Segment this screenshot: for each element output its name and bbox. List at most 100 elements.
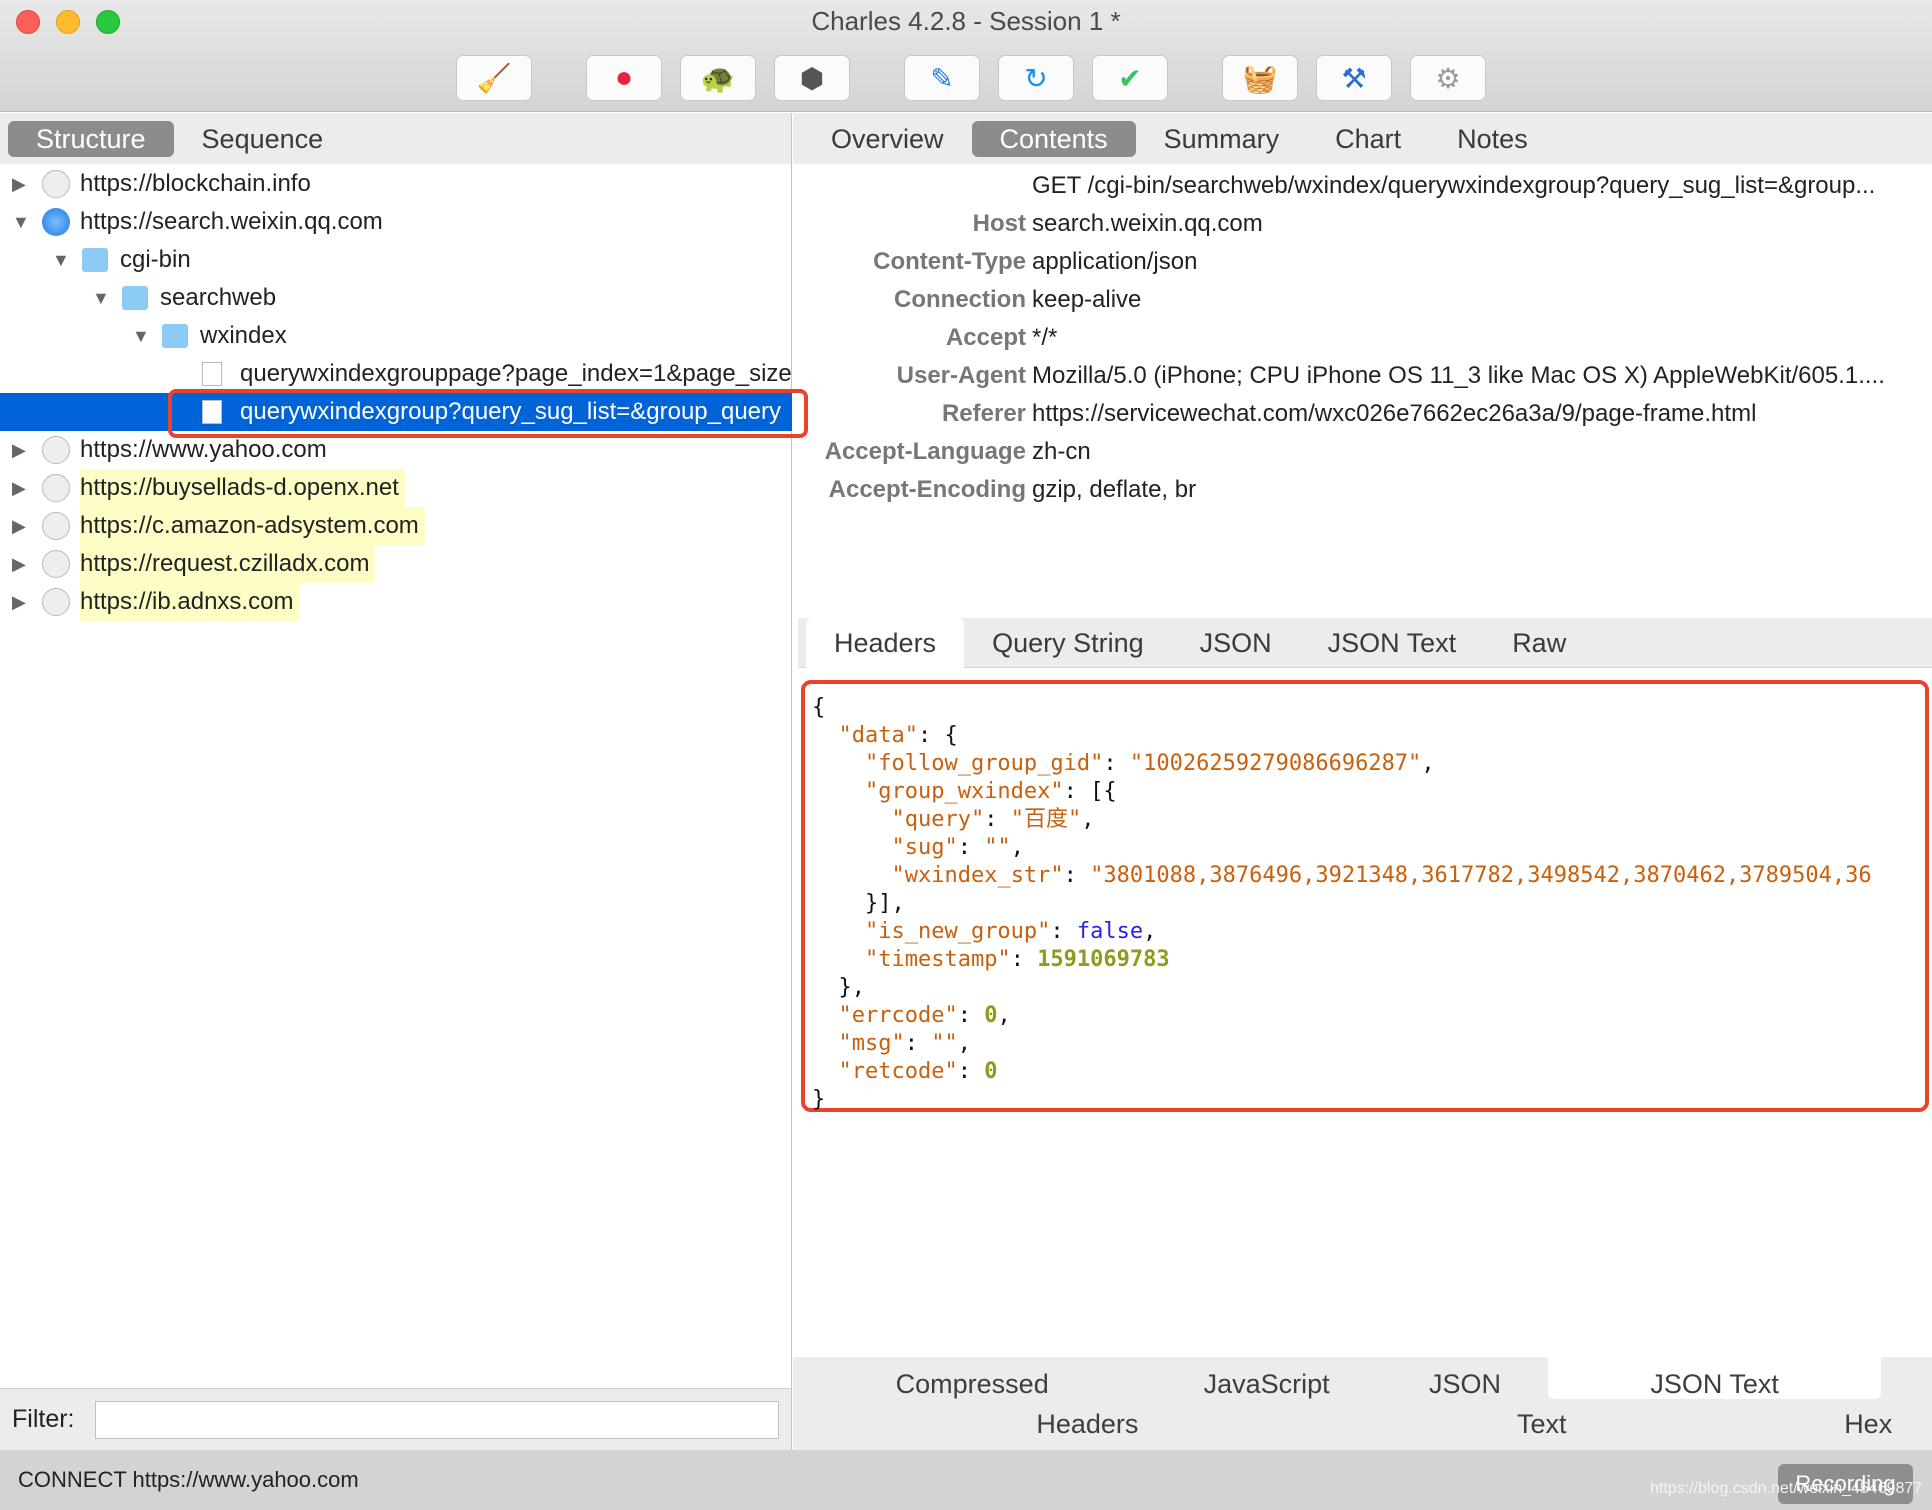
tab-summary[interactable]: Summary (1136, 121, 1308, 157)
response-tab-hex[interactable]: Hex (1766, 1409, 1932, 1440)
status-bar: CONNECT https://www.yahoo.com Recording … (0, 1450, 1932, 1510)
broom-button[interactable]: 🧹 (456, 55, 532, 101)
json-text-view[interactable]: { "data": { "follow_group_gid": "1002625… (812, 694, 1872, 1114)
request-tab-json[interactable]: JSON (1172, 625, 1300, 661)
detail-tab-bar: Overview Contents Summary Chart Notes (793, 113, 1932, 164)
folder-icon (82, 248, 108, 272)
disclosure-collapsed-icon[interactable]: ▶ (12, 165, 26, 203)
tree-item[interactable]: ▼ wxindex (0, 317, 792, 355)
disclosure-expanded-icon[interactable]: ▼ (52, 241, 70, 279)
request-tab-json-text[interactable]: JSON Text (1300, 625, 1485, 661)
tree-item[interactable]: ▶ https://request.czilladx.com (0, 545, 792, 583)
json-line: } (812, 1086, 1872, 1114)
disclosure-collapsed-icon[interactable]: ▶ (12, 469, 26, 507)
json-token: : (984, 807, 1011, 832)
pen-compose-icon: ✎ (930, 62, 954, 94)
stop-hexagon-button[interactable]: ⬢ (774, 55, 850, 101)
json-token: "retcode" (838, 1059, 958, 1084)
disclosure-collapsed-icon[interactable]: ▶ (12, 507, 26, 545)
json-line: { (812, 694, 1872, 722)
json-line: "group_wxindex": [{ (812, 778, 1872, 806)
json-token: : (1103, 751, 1130, 776)
json-token: , (1143, 919, 1157, 944)
header-name: User-Agent (896, 362, 1026, 389)
header-name: Host (972, 210, 1026, 237)
tab-notes[interactable]: Notes (1429, 121, 1556, 157)
turtle-throttle-button[interactable]: 🐢 (680, 55, 756, 101)
json-token: "is_new_group" (864, 919, 1051, 944)
tree-item-label: cgi-bin (120, 246, 191, 273)
json-token: }], (812, 891, 905, 916)
tree-item[interactable]: ▼ searchweb (0, 279, 792, 317)
disclosure-expanded-icon[interactable]: ▼ (92, 279, 110, 317)
json-file-icon (202, 362, 222, 386)
json-line: "wxindex_str": "3801088,3876496,3921348,… (812, 862, 1872, 890)
request-tab-raw[interactable]: Raw (1484, 625, 1594, 661)
request-tab-headers[interactable]: Headers (806, 617, 965, 668)
disclosure-collapsed-icon[interactable]: ▶ (12, 545, 26, 583)
tree-item-label: https://request.czilladx.com (80, 545, 376, 583)
response-tab-compressed[interactable]: Compressed (831, 1369, 1113, 1400)
disclosure-collapsed-icon[interactable]: ▶ (12, 431, 26, 469)
tab-chart[interactable]: Chart (1307, 121, 1429, 157)
request-tab-query-string[interactable]: Query String (964, 625, 1172, 661)
request-line-text: GET /cgi-bin/searchweb/wxindex/querywxin… (1032, 172, 1876, 199)
response-tab-raw[interactable]: Raw (1881, 1369, 1932, 1400)
header-name: Accept-Encoding (828, 476, 1026, 503)
tab-contents[interactable]: Contents (971, 120, 1136, 157)
broom-icon: 🧹 (476, 62, 512, 94)
response-tab-headers[interactable]: Headers (934, 1409, 1241, 1440)
json-token: "errcode" (838, 1003, 958, 1028)
response-tab-json-text[interactable]: JSON Text (1548, 1357, 1881, 1399)
json-token: "data" (838, 723, 918, 748)
json-line: "retcode": 0 (812, 1058, 1872, 1086)
pen-compose-button[interactable]: ✎ (904, 55, 980, 101)
response-tab-text[interactable]: Text (1446, 1409, 1638, 1440)
json-token: "msg" (838, 1031, 905, 1056)
disclosure-collapsed-icon[interactable]: ▶ (12, 583, 26, 621)
json-token: "wxindex_str" (891, 863, 1064, 888)
filter-input[interactable] (95, 1401, 779, 1439)
tree-item[interactable]: ▶ https://blockchain.info (0, 165, 792, 203)
tree-item[interactable]: ▶ https://c.amazon-adsystem.com (0, 507, 792, 545)
tab-sequence[interactable]: Sequence (174, 121, 352, 157)
gear-button[interactable]: ⚙ (1410, 55, 1486, 101)
json-token: : (1063, 863, 1091, 888)
json-line: }, (812, 974, 1872, 1002)
basket-button[interactable]: 🧺 (1222, 55, 1298, 101)
lock-icon (42, 550, 70, 578)
response-tab-json[interactable]: JSON (1356, 1369, 1574, 1400)
json-token: , (1010, 835, 1024, 860)
tree-item[interactable]: ▶ https://buysellads-d.openx.net (0, 469, 792, 507)
tab-structure[interactable]: Structure (8, 120, 174, 157)
tree-item-label: wxindex (200, 322, 287, 349)
checkmark-validate-icon: ✔ (1118, 62, 1142, 94)
refresh-button[interactable]: ↻ (998, 55, 1074, 101)
tree-item-label: https://blockchain.info (80, 170, 311, 197)
folder-icon (162, 324, 188, 348)
json-token: "3801088,3876496,3921348,3617782,3498542… (1090, 863, 1872, 888)
tree-item[interactable]: ▼ cgi-bin (0, 241, 792, 279)
tree-item[interactable]: ▶ https://ib.adnxs.com (0, 583, 792, 621)
tree-item[interactable]: ▼ https://search.weixin.qq.com (0, 203, 792, 241)
record-button[interactable]: ⏺ (586, 55, 662, 101)
json-token: : (957, 1003, 985, 1028)
checkmark-validate-button[interactable]: ✔ (1092, 55, 1168, 101)
header-value: Mozilla/5.0 (iPhone; CPU iPhone OS 11_3 … (1032, 362, 1885, 389)
json-token: "timestamp" (864, 947, 1011, 972)
tools-button[interactable]: ⚒ (1316, 55, 1392, 101)
disclosure-expanded-icon[interactable]: ▼ (132, 317, 150, 355)
header-value: search.weixin.qq.com (1032, 210, 1263, 237)
header-name: Content-Type (873, 248, 1026, 275)
tab-overview[interactable]: Overview (803, 121, 972, 157)
disclosure-expanded-icon[interactable]: ▼ (12, 203, 30, 241)
tree-item[interactable]: querywxindexgrouppage?page_index=1&page_… (0, 355, 792, 393)
json-token: "sug" (891, 835, 958, 860)
